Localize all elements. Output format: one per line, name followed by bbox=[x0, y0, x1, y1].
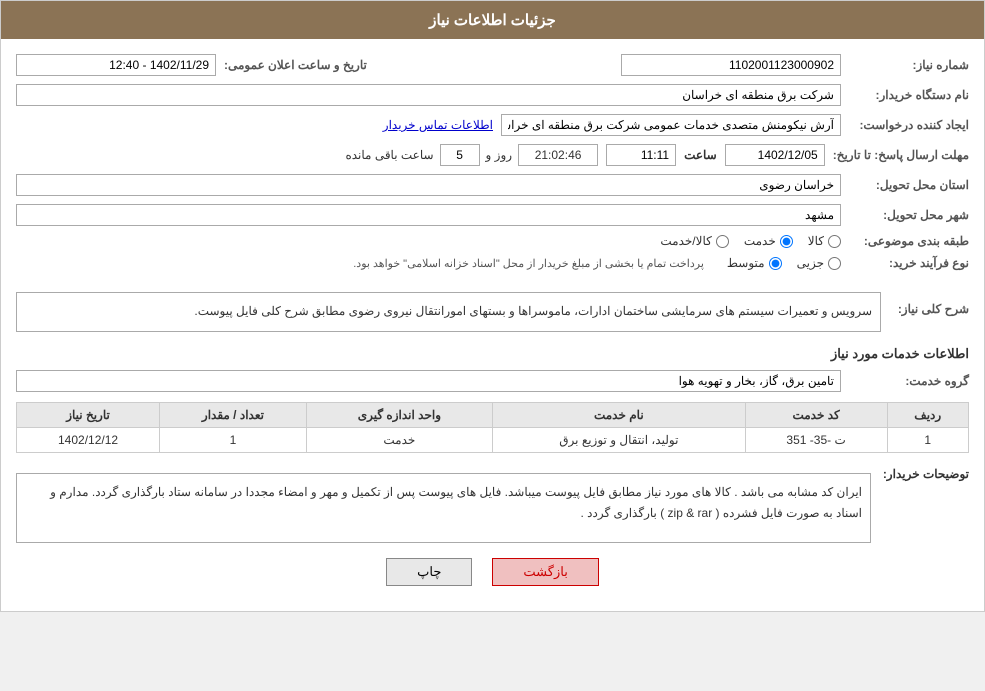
creator-input[interactable] bbox=[501, 114, 841, 136]
category-kala-label: کالا bbox=[808, 234, 824, 248]
process-motavasset-radio[interactable] bbox=[769, 257, 782, 270]
category-khedmat-label: خدمت bbox=[744, 234, 776, 248]
description-label: شرح کلی نیاز: bbox=[889, 298, 969, 316]
col-unit: واحد اندازه گیری bbox=[306, 402, 492, 427]
process-type-row: نوع فرآیند خرید: جزیی متوسط پرداخت تمام … bbox=[16, 256, 969, 270]
category-kala-khedmat-label: کالا/خدمت bbox=[660, 234, 711, 248]
remaining-label: ساعت باقی مانده bbox=[345, 148, 433, 162]
category-row: طبقه بندی موضوعی: کالا خدمت کالا/خدمت bbox=[16, 234, 969, 248]
remaining-days-input[interactable] bbox=[440, 144, 480, 166]
process-jozei-option[interactable]: جزیی bbox=[797, 256, 841, 270]
description-box: سرویس و تعمیرات سیستم های سرمایشی ساختما… bbox=[16, 292, 881, 332]
cell-date: 1402/12/12 bbox=[17, 427, 160, 452]
remaining-days-label: روز و bbox=[486, 148, 513, 162]
city-label: شهر محل تحویل: bbox=[849, 208, 969, 222]
province-input[interactable] bbox=[16, 174, 841, 196]
category-radio-group: کالا خدمت کالا/خدمت bbox=[660, 234, 841, 248]
description-section: شرح کلی نیاز: سرویس و تعمیرات سیستم های … bbox=[16, 282, 969, 332]
process-note: پرداخت تمام یا بخشی از مبلغ خریدار از مح… bbox=[353, 257, 704, 270]
buyer-notes-value: ایران کد مشابه می باشد . کالا های مورد ن… bbox=[50, 485, 862, 521]
col-service-name: نام خدمت bbox=[492, 402, 745, 427]
print-button[interactable]: چاپ bbox=[386, 558, 472, 586]
service-group-row: گروه خدمت: bbox=[16, 370, 969, 392]
col-rownum: ردیف bbox=[887, 402, 969, 427]
remaining-time-row: 21:02:46 روز و ساعت باقی مانده bbox=[345, 144, 598, 166]
buyer-org-row: نام دستگاه خریدار: bbox=[16, 84, 969, 106]
buyer-org-input[interactable] bbox=[16, 84, 841, 106]
province-label: استان محل تحویل: bbox=[849, 178, 969, 192]
province-row: استان محل تحویل: bbox=[16, 174, 969, 196]
category-kala-radio[interactable] bbox=[828, 235, 841, 248]
response-deadline-row: مهلت ارسال پاسخ: تا تاریخ: ساعت 21:02:46… bbox=[16, 144, 969, 166]
response-date-input[interactable] bbox=[725, 144, 825, 166]
cell-unit: خدمت bbox=[306, 427, 492, 452]
table-row: 1 ت -35- 351 تولید، انتقال و توزیع برق خ… bbox=[17, 427, 969, 452]
city-input[interactable] bbox=[16, 204, 841, 226]
need-number-input[interactable] bbox=[621, 54, 841, 76]
service-group-label: گروه خدمت: bbox=[849, 374, 969, 388]
cell-rownum: 1 bbox=[887, 427, 969, 452]
category-khedmat-radio[interactable] bbox=[780, 235, 793, 248]
need-number-row: شماره نیاز: تاریخ و ساعت اعلان عمومی: bbox=[16, 54, 969, 76]
contact-link[interactable]: اطلاعات تماس خریدار bbox=[383, 118, 493, 132]
buyer-org-label: نام دستگاه خریدار: bbox=[849, 88, 969, 102]
service-group-input[interactable] bbox=[16, 370, 841, 392]
col-quantity: تعداد / مقدار bbox=[160, 402, 307, 427]
process-jozei-radio[interactable] bbox=[828, 257, 841, 270]
description-row: شرح کلی نیاز: سرویس و تعمیرات سیستم های … bbox=[16, 282, 969, 332]
category-kala-khedmat-radio[interactable] bbox=[716, 235, 729, 248]
category-khedmat-option[interactable]: خدمت bbox=[744, 234, 793, 248]
services-table-section: ردیف کد خدمت نام خدمت واحد اندازه گیری ت… bbox=[16, 402, 969, 453]
buyer-notes-row: توضیحات خریدار: ایران کد مشابه می باشد .… bbox=[16, 463, 969, 543]
category-kala-khedmat-option[interactable]: کالا/خدمت bbox=[660, 234, 728, 248]
process-motavasset-label: متوسط bbox=[727, 256, 765, 270]
announce-date-input[interactable] bbox=[16, 54, 216, 76]
category-kala-option[interactable]: کالا bbox=[808, 234, 841, 248]
back-button[interactable]: بازگشت bbox=[492, 558, 598, 586]
service-info-title: اطلاعات خدمات مورد نیاز bbox=[16, 346, 969, 362]
creator-row: ایجاد کننده درخواست: اطلاعات تماس خریدار bbox=[16, 114, 969, 136]
category-label: طبقه بندی موضوعی: bbox=[849, 234, 969, 248]
buyer-notes-label: توضیحات خریدار: bbox=[879, 463, 969, 481]
buttons-row: بازگشت چاپ bbox=[16, 558, 969, 586]
page-title: جزئیات اطلاعات نیاز bbox=[429, 12, 556, 29]
creator-label: ایجاد کننده درخواست: bbox=[849, 118, 969, 132]
need-number-label: شماره نیاز: bbox=[849, 58, 969, 72]
remaining-time-value: 21:02:46 bbox=[518, 144, 598, 166]
col-service-code: کد خدمت bbox=[745, 402, 887, 427]
city-row: شهر محل تحویل: bbox=[16, 204, 969, 226]
page-header: جزئیات اطلاعات نیاز bbox=[1, 1, 984, 39]
response-deadline-label: مهلت ارسال پاسخ: تا تاریخ: bbox=[833, 148, 969, 162]
cell-quantity: 1 bbox=[160, 427, 307, 452]
process-jozei-label: جزیی bbox=[797, 256, 824, 270]
process-radio-group: جزیی متوسط bbox=[727, 256, 841, 270]
services-table: ردیف کد خدمت نام خدمت واحد اندازه گیری ت… bbox=[16, 402, 969, 453]
buyer-notes-box: ایران کد مشابه می باشد . کالا های مورد ن… bbox=[16, 473, 871, 543]
cell-service-name: تولید، انتقال و توزیع برق bbox=[492, 427, 745, 452]
response-time-input[interactable] bbox=[606, 144, 676, 166]
cell-service-code: ت -35- 351 bbox=[745, 427, 887, 452]
announce-date-label: تاریخ و ساعت اعلان عمومی: bbox=[224, 58, 367, 72]
process-motavasset-option[interactable]: متوسط bbox=[727, 256, 782, 270]
col-date: تاریخ نیاز bbox=[17, 402, 160, 427]
description-value: سرویس و تعمیرات سیستم های سرمایشی ساختما… bbox=[194, 304, 872, 318]
response-time-label: ساعت bbox=[684, 148, 717, 162]
process-type-label: نوع فرآیند خرید: bbox=[849, 256, 969, 270]
